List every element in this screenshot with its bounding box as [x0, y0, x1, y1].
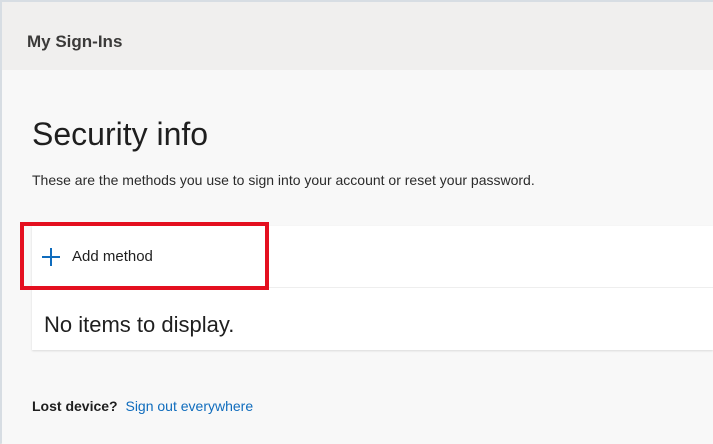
empty-state-text: No items to display. — [44, 312, 235, 337]
page-subtitle: These are the methods you use to sign in… — [32, 172, 535, 188]
add-method-button[interactable]: Add method — [32, 226, 268, 287]
card-divider — [32, 287, 713, 288]
plus-icon — [42, 247, 60, 266]
security-info-page: Security info These are the methods you … — [2, 70, 713, 444]
add-method-label: Add method — [72, 248, 153, 265]
top-header: My Sign-Ins — [2, 2, 713, 70]
header-title: My Sign-Ins — [27, 32, 123, 51]
lost-device-row: Lost device? Sign out everywhere — [32, 398, 253, 414]
sign-out-everywhere-link[interactable]: Sign out everywhere — [125, 398, 253, 414]
lost-device-label: Lost device? — [32, 398, 118, 414]
methods-card: Add method No items to display. — [32, 226, 713, 350]
page-title: Security info — [32, 116, 209, 152]
